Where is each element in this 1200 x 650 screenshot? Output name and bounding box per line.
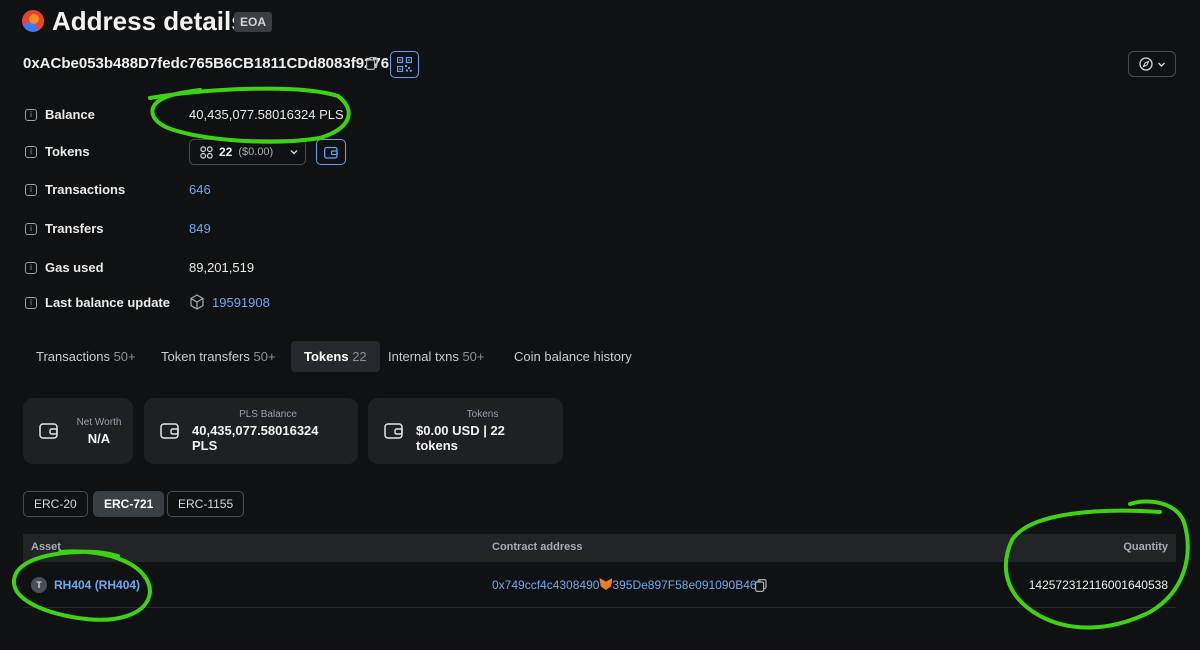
tab-token-transfers[interactable]: Token transfers 50+ bbox=[151, 341, 286, 372]
pls-balance-value: 40,435,077.58016324 PLS bbox=[192, 423, 319, 453]
wallet-icon bbox=[160, 423, 179, 439]
eoa-badge: EOA bbox=[234, 12, 273, 32]
compass-icon bbox=[1138, 57, 1153, 71]
quantity-column-header: Quantity bbox=[1123, 541, 1168, 553]
quantity-value: 142572312116001640538 bbox=[1028, 578, 1168, 592]
filter-erc1155[interactable]: ERC-1155 bbox=[167, 491, 245, 517]
tokens-usd: ($0.00) bbox=[238, 146, 274, 158]
explorer-menu-button[interactable] bbox=[1128, 51, 1176, 77]
gas-used-label: Gas used bbox=[45, 260, 104, 275]
balance-value: 40,435,077.58016324 PLS bbox=[189, 107, 344, 122]
tab-tokens[interactable]: Tokens 22 bbox=[291, 341, 380, 372]
chevron-down-icon bbox=[290, 150, 298, 155]
transactions-label: Transactions bbox=[45, 182, 126, 197]
transfers-count-link[interactable]: 849 bbox=[189, 221, 211, 236]
pls-balance-caption: PLS Balance bbox=[239, 409, 297, 420]
tokens-caption: Tokens bbox=[466, 409, 499, 420]
tab-coin-balance-history[interactable]: Coin balance history bbox=[504, 341, 642, 372]
tokens-count: 22 bbox=[219, 145, 233, 159]
contract-address-link[interactable]: 0x749ccf4c4308490 395De897F58e091090B461 bbox=[492, 578, 763, 592]
qr-code-icon bbox=[397, 57, 412, 72]
info-icon[interactable]: i bbox=[25, 146, 37, 158]
net-worth-caption: Net Worth bbox=[76, 416, 122, 428]
last-balance-update-label: Last balance update bbox=[45, 295, 170, 310]
pls-balance-card: PLS Balance 40,435,077.58016324 PLS bbox=[144, 398, 358, 464]
tokens-value: $0.00 USD | 22 tokens bbox=[416, 423, 505, 453]
tokens-label: Tokens bbox=[45, 144, 90, 159]
token-icon: T bbox=[31, 577, 47, 593]
wallet-icon bbox=[324, 146, 338, 159]
wallet-button[interactable] bbox=[316, 139, 346, 165]
quantity-highlight-circle bbox=[1004, 499, 1190, 630]
block-number-link[interactable]: 19591908 bbox=[212, 295, 270, 310]
qr-code-button[interactable] bbox=[390, 51, 419, 78]
info-icon[interactable]: i bbox=[25, 262, 37, 274]
copy-icon[interactable] bbox=[755, 579, 767, 597]
info-icon[interactable]: i bbox=[25, 184, 37, 196]
wallet-icon bbox=[39, 423, 58, 439]
copy-icon[interactable] bbox=[366, 57, 378, 75]
tokens-dropdown[interactable]: 22 ($0.00) bbox=[189, 139, 306, 165]
transactions-count-link[interactable]: 646 bbox=[189, 182, 211, 197]
table-header bbox=[23, 534, 1176, 562]
address-hash: 0xACbe053b488D7fedc765B6CB1811CDd8083f92… bbox=[23, 55, 390, 72]
filter-erc721[interactable]: ERC-721 bbox=[93, 491, 165, 517]
asset-column-header: Asset bbox=[31, 541, 61, 553]
page-title: Address details bbox=[52, 6, 246, 36]
table-row-divider bbox=[23, 607, 1176, 608]
metamask-fox-icon[interactable] bbox=[599, 578, 613, 590]
balance-label: Balance bbox=[45, 107, 95, 122]
asset-link[interactable]: RH404 (RH404) bbox=[54, 578, 140, 592]
filter-erc20[interactable]: ERC-20 bbox=[23, 491, 88, 517]
tab-internal-txns[interactable]: Internal txns 50+ bbox=[378, 341, 495, 372]
block-icon bbox=[190, 294, 204, 310]
transfers-label: Transfers bbox=[45, 221, 104, 236]
tab-transactions[interactable]: Transactions 50+ bbox=[26, 341, 146, 372]
blockscout-logo bbox=[22, 10, 44, 32]
info-icon[interactable]: i bbox=[25, 223, 37, 235]
wallet-icon bbox=[384, 423, 403, 439]
info-icon[interactable]: i bbox=[25, 109, 37, 121]
gas-used-value: 89,201,519 bbox=[189, 260, 255, 275]
net-worth-card: Net Worth N/A bbox=[23, 398, 133, 464]
chevron-down-icon bbox=[1157, 62, 1165, 67]
info-icon[interactable]: i bbox=[25, 297, 37, 309]
tokens-grid-icon bbox=[200, 145, 213, 159]
contract-column-header: Contract address bbox=[492, 541, 583, 553]
tokens-card: Tokens $0.00 USD | 22 tokens bbox=[368, 398, 563, 464]
net-worth-value: N/A bbox=[87, 430, 111, 446]
